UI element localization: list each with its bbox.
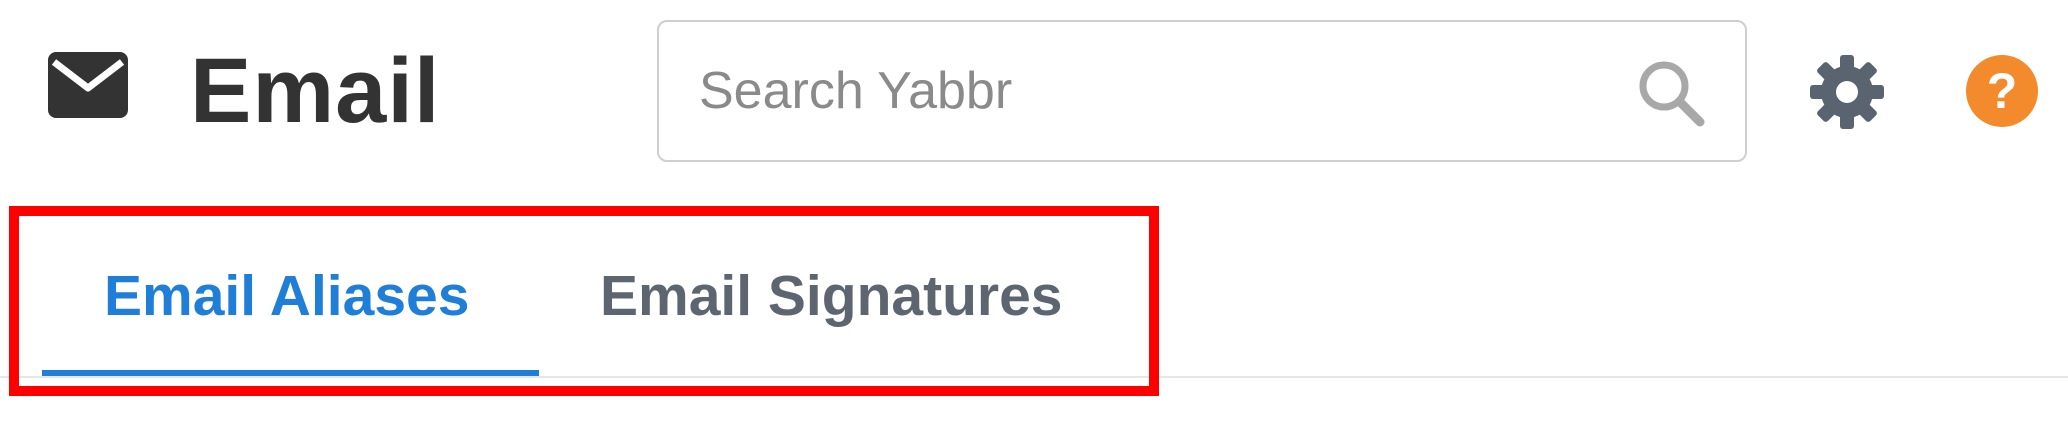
search-bar[interactable]	[657, 20, 1747, 162]
help-icon[interactable]: ?	[1966, 55, 2038, 127]
gear-icon[interactable]	[1810, 55, 1884, 129]
search-icon[interactable]	[1636, 58, 1706, 128]
page-title: Email	[190, 40, 441, 142]
tab-email-aliases[interactable]: Email Aliases	[104, 256, 469, 356]
tab-email-signatures[interactable]: Email Signatures	[600, 256, 1063, 356]
tabs-divider	[0, 376, 2068, 378]
page-header: Email ?	[0, 0, 2068, 190]
envelope-icon	[48, 52, 128, 118]
help-glyph: ?	[1986, 63, 2018, 119]
search-input[interactable]	[699, 22, 1619, 160]
email-page: Email ? E	[0, 0, 2068, 421]
tab-bar: Email Aliases Email Signatures	[0, 200, 2068, 380]
